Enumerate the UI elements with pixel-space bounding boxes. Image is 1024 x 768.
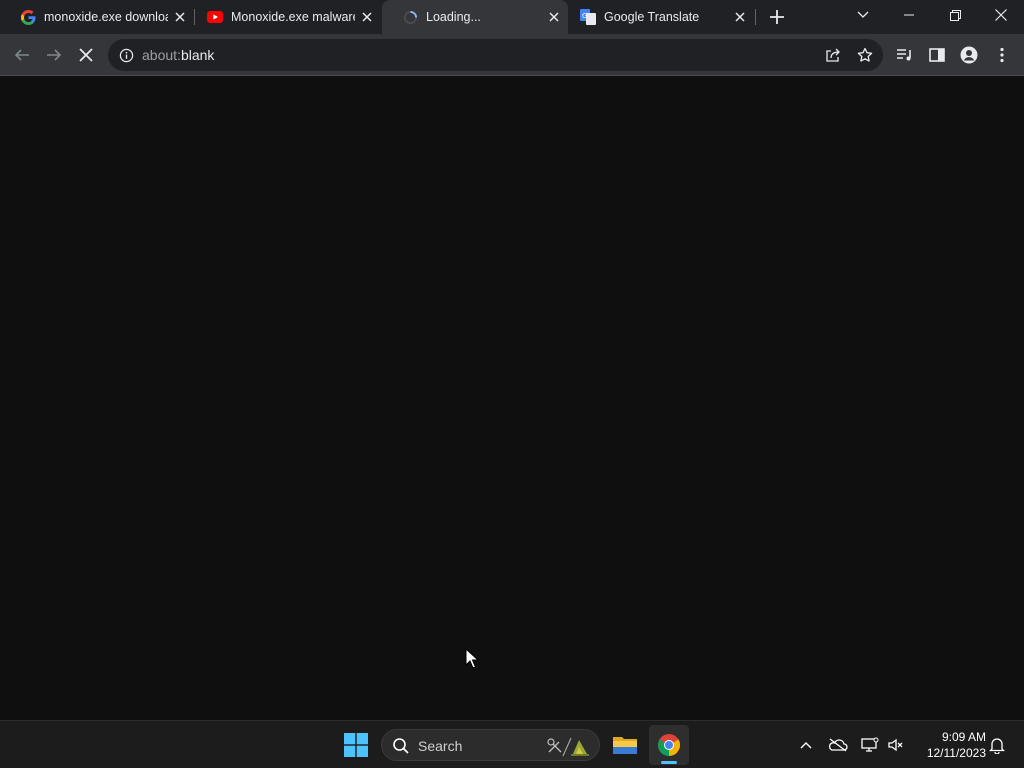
tab-title: Loading...	[426, 10, 481, 24]
windows-taskbar: Search 9:09 AM 12/11/2023	[0, 720, 1024, 768]
notification-bell-icon[interactable]	[987, 735, 1007, 755]
file-explorer-button[interactable]	[605, 725, 645, 765]
page-content-area[interactable]	[0, 77, 1024, 720]
network-icon[interactable]	[860, 735, 880, 755]
chrome-icon	[658, 734, 680, 756]
chevron-up-icon[interactable]	[796, 735, 816, 755]
chevron-down-icon	[857, 11, 869, 18]
side-panel-icon[interactable]	[927, 45, 947, 65]
onedrive-offline-icon[interactable]	[828, 735, 848, 755]
search-highlight-icon	[545, 734, 593, 758]
browser-toolbar: about:blank	[0, 34, 1024, 76]
chrome-taskbar-button[interactable]	[649, 725, 689, 765]
tab-google-search[interactable]: monoxide.exe downloa	[0, 0, 194, 34]
search-icon	[392, 737, 410, 755]
tab-title: Monoxide.exe malware	[231, 10, 355, 24]
tab-title: Google Translate	[604, 10, 700, 24]
start-button[interactable]	[340, 729, 372, 761]
stop-loading-button[interactable]	[74, 43, 98, 67]
back-button[interactable]	[10, 43, 34, 67]
clock-time: 9:09 AM	[941, 730, 986, 744]
close-tab-icon[interactable]	[732, 9, 748, 25]
loading-spinner-icon	[402, 9, 418, 25]
volume-muted-icon[interactable]	[886, 735, 906, 755]
tab-google-translate[interactable]: G Google Translate	[560, 0, 754, 34]
folder-icon	[613, 737, 637, 754]
minimize-button[interactable]	[886, 0, 932, 30]
arrow-right-icon	[47, 49, 62, 61]
url-host: blank	[180, 47, 215, 63]
tab-title: monoxide.exe downloa	[44, 10, 168, 24]
forward-button[interactable]	[42, 43, 66, 67]
plus-icon	[770, 10, 784, 24]
close-tab-icon[interactable]	[172, 9, 188, 25]
info-icon[interactable]	[118, 47, 134, 63]
restore-icon	[949, 9, 961, 21]
active-app-indicator	[661, 761, 677, 764]
new-tab-button[interactable]	[767, 7, 787, 27]
google-icon	[20, 9, 36, 25]
media-controls-icon[interactable]	[895, 45, 915, 65]
windows-logo-icon	[344, 733, 368, 757]
tab-separator	[755, 9, 756, 25]
restore-button[interactable]	[932, 0, 978, 30]
tab-search-button[interactable]	[840, 0, 886, 30]
youtube-icon	[207, 9, 223, 25]
google-translate-icon: G	[580, 9, 596, 25]
url-text[interactable]: about:blank	[142, 47, 214, 63]
close-icon	[995, 9, 1007, 21]
clock-date: 12/11/2023	[926, 746, 986, 760]
taskbar-search-box[interactable]: Search	[381, 729, 600, 761]
profile-avatar-icon[interactable]	[959, 45, 979, 65]
close-window-button[interactable]	[978, 0, 1024, 30]
tab-youtube[interactable]: Monoxide.exe malware	[187, 0, 381, 34]
close-tab-icon[interactable]	[359, 9, 375, 25]
svg-text:G: G	[582, 12, 587, 20]
minimize-icon	[904, 14, 914, 16]
mouse-cursor-icon	[465, 647, 480, 675]
more-menu-icon[interactable]	[992, 45, 1012, 65]
tab-strip: monoxide.exe downloa Monoxide.exe malwar…	[0, 0, 1024, 34]
search-label: Search	[418, 738, 463, 754]
url-scheme: about:	[142, 47, 181, 63]
address-bar[interactable]: about:blank	[108, 39, 883, 71]
system-clock[interactable]: 9:09 AM 12/11/2023	[914, 729, 986, 761]
bookmark-star-icon[interactable]	[856, 46, 874, 64]
stop-icon	[79, 48, 93, 62]
share-icon[interactable]	[824, 46, 842, 64]
tab-loading[interactable]: Loading...	[382, 0, 568, 34]
arrow-left-icon	[14, 49, 29, 61]
